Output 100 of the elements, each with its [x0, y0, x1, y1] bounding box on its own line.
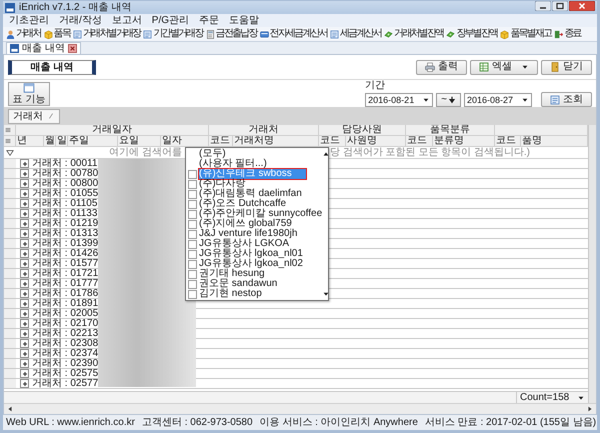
checkbox[interactable]: [188, 270, 197, 278]
toolbar-button[interactable]: 세금계산서: [329, 28, 382, 40]
dropdown-button[interactable]: 엑셀: [470, 60, 538, 74]
expand-button[interactable]: [20, 229, 29, 238]
range-button[interactable]: ~: [436, 92, 461, 106]
dropdown-item[interactable]: (주)다사랑: [199, 179, 246, 189]
expand-button[interactable]: [20, 369, 29, 378]
minimize-button[interactable]: [535, 1, 551, 11]
filter-hint: 여기에 검색어를: [109, 147, 182, 158]
vertical-scrollbar[interactable]: [588, 125, 596, 403]
close-button[interactable]: [569, 1, 595, 11]
checkbox[interactable]: [188, 290, 197, 298]
dropdown-item[interactable]: JG유통상사 lgkoa_nl02: [199, 259, 303, 269]
expand-button[interactable]: [20, 169, 29, 178]
plus-icon: [22, 190, 28, 196]
column-header[interactable]: 코드: [319, 136, 346, 147]
row-header-cell: [4, 249, 16, 258]
dropdown-item[interactable]: 권오문 sandawun: [199, 279, 278, 289]
horizontal-scrollbar[interactable]: [4, 403, 596, 414]
checkbox[interactable]: [188, 180, 197, 188]
column-header[interactable]: 코드: [406, 136, 433, 147]
dropdown-item[interactable]: J&J venture life1980jh: [199, 229, 298, 239]
toolbar-button[interactable]: 금전출납장: [204, 28, 258, 40]
expand-button[interactable]: [20, 159, 29, 168]
person-icon: [6, 30, 15, 38]
expand-button[interactable]: [20, 359, 29, 368]
date-field[interactable]: 2016-08-27: [464, 92, 532, 106]
checkbox[interactable]: [188, 260, 197, 268]
group-row-label: 거래처 : 01777: [32, 279, 98, 288]
checkbox[interactable]: [188, 190, 197, 198]
dropdown-item[interactable]: 권기태 hesung: [199, 269, 265, 279]
document-tab[interactable]: 매출 내역: [6, 42, 81, 54]
date-field[interactable]: 2016-08-21: [365, 92, 434, 106]
expand-button[interactable]: [20, 319, 29, 328]
expand-button[interactable]: [20, 329, 29, 338]
grid-features-button[interactable]: 표 기능: [8, 82, 50, 106]
box-icon: [44, 30, 53, 38]
expand-button[interactable]: [20, 309, 29, 318]
toolbar-button[interactable]: 거래처별잔액: [383, 28, 444, 40]
column-header[interactable]: 코드: [209, 136, 233, 147]
toolbar-button[interactable]: 품목: [42, 28, 72, 40]
checkbox[interactable]: [188, 230, 197, 238]
toolbar-button[interactable]: 거래처: [5, 28, 42, 40]
expand-button[interactable]: [20, 289, 29, 298]
row-header-cell: [4, 289, 16, 298]
menu-item[interactable]: P/G관리: [152, 14, 190, 26]
dropdown-item[interactable]: JG유통상사 LGKOA: [199, 239, 290, 249]
expand-button[interactable]: [20, 239, 29, 248]
menu-item[interactable]: 도움말: [229, 14, 260, 26]
menu-item[interactable]: 보고서: [112, 14, 142, 26]
checkbox[interactable]: [188, 170, 197, 178]
expand-button[interactable]: [20, 219, 29, 228]
maximize-button[interactable]: [552, 1, 568, 11]
toolbar-button[interactable]: 종료: [553, 28, 582, 40]
checkbox[interactable]: [188, 280, 197, 288]
menu-item[interactable]: 거래/작성: [59, 14, 102, 26]
toolbar-button[interactable]: 거래처별거래장: [72, 28, 142, 40]
dropdown-item[interactable]: (주)지에쓰 global759: [199, 219, 292, 229]
expand-button[interactable]: [20, 189, 29, 198]
dropdown-item[interactable]: (주)대림통력 daelimfan: [199, 189, 302, 199]
expand-button[interactable]: [20, 249, 29, 258]
dropdown-item[interactable]: 김기현 nestop: [199, 289, 262, 299]
expand-button[interactable]: [20, 349, 29, 358]
checkbox[interactable]: [188, 200, 197, 208]
expand-button[interactable]: [20, 259, 29, 268]
search-button[interactable]: 조회: [541, 92, 592, 107]
toolbar-button[interactable]: 기간별거래장: [142, 28, 204, 40]
expand-button[interactable]: [20, 299, 29, 308]
plus-icon: [22, 270, 28, 276]
dropdown-item[interactable]: (사용자 필터...): [199, 159, 267, 169]
plus-icon: [22, 250, 28, 256]
expand-button[interactable]: [20, 209, 29, 218]
checkbox[interactable]: [188, 250, 197, 258]
toolbar-button[interactable]: 품목별재고: [499, 28, 552, 40]
expand-button[interactable]: [20, 379, 29, 388]
checkbox[interactable]: [188, 210, 197, 218]
expand-button[interactable]: [20, 279, 29, 288]
expand-button[interactable]: [20, 269, 29, 278]
action-button[interactable]: 출력: [416, 60, 467, 74]
column-header[interactable]: 코드: [495, 136, 521, 147]
toolbar-button[interactable]: 장부별잔액: [445, 28, 498, 40]
action-button[interactable]: 닫기: [541, 60, 592, 74]
checkbox[interactable]: [188, 220, 197, 228]
status-text: 이용 서비스 : 아이인리치 Anywhere: [260, 416, 418, 428]
menu-item[interactable]: 기초관리: [9, 14, 49, 26]
plus-icon: [22, 240, 28, 246]
dropdown-item[interactable]: (주)오즈 Dutchcaffe: [199, 199, 286, 209]
checkbox[interactable]: [188, 240, 197, 248]
tab-close-button[interactable]: [68, 44, 77, 53]
expand-button[interactable]: [20, 179, 29, 188]
expand-button[interactable]: [20, 199, 29, 208]
status-text: Web URL : www.ienrich.co.kr: [6, 416, 135, 428]
toolbar-button[interactable]: 전자세금계산서: [258, 28, 328, 40]
group-chip[interactable]: 거래처: [8, 108, 60, 124]
menu-item[interactable]: 주문: [199, 14, 220, 26]
expand-button[interactable]: [20, 339, 29, 348]
dropdown-item[interactable]: JG유통상사 lgkoa_nl01: [199, 249, 303, 259]
dropdown-item[interactable]: (모두): [199, 149, 226, 159]
status-text: 고객센터 : 062-973-0580: [142, 416, 253, 428]
dropdown-item[interactable]: (주)주안케미칼 sunnycoffee: [199, 209, 322, 219]
